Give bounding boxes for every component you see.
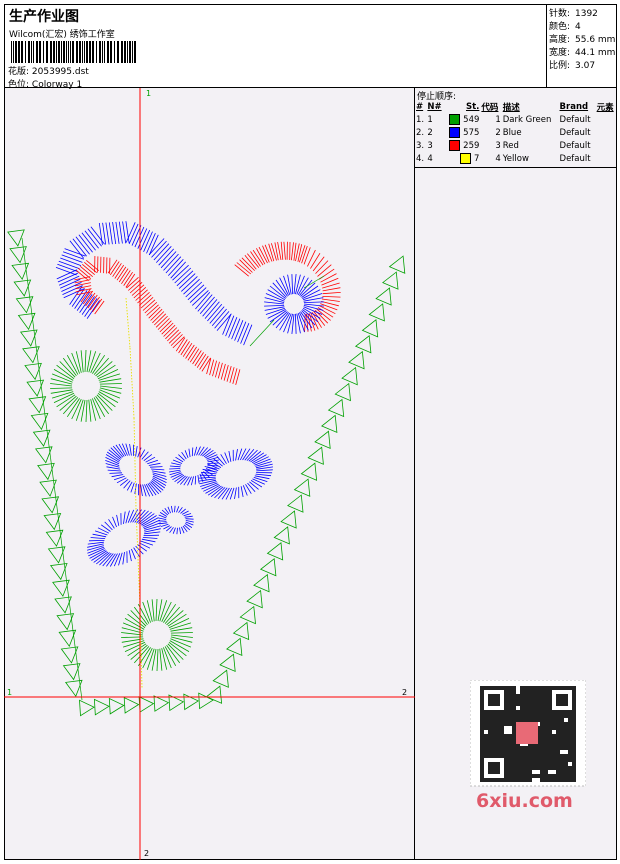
col-needle: N# [426, 100, 444, 113]
row-needle: 4 [426, 152, 444, 165]
table-row: 2.2 5752BlueDefault [415, 126, 617, 139]
page-title: 生产作业图 [9, 6, 79, 26]
color-swatch [460, 153, 471, 164]
design-canvas: 1 2 1 2 [4, 88, 415, 860]
table-header: # N# St. 代码 描述 Brand 元素 [415, 100, 617, 113]
color-swatch [449, 140, 460, 151]
col-code: 代码 [480, 100, 501, 113]
stat-height: 高度:55.6 mm [549, 32, 615, 45]
row-code: 2 [480, 126, 501, 139]
col-num: # [415, 100, 426, 113]
row-needle: 1 [426, 113, 444, 126]
stat-stitches: 针数:1392 [549, 6, 598, 19]
color-swatch [449, 114, 460, 125]
row-brand: Default [559, 152, 596, 165]
axis-label-right: 2 [402, 688, 407, 697]
color-swatch [449, 127, 460, 138]
row-desc: Red [502, 139, 559, 152]
row-brand: Default [559, 113, 596, 126]
row-element [596, 139, 617, 152]
row-desc: Blue [502, 126, 559, 139]
table-row: 1.1 5491Dark GreenDefault [415, 113, 617, 126]
col-element: 元素 [596, 100, 617, 113]
col-stitches: St. [445, 100, 481, 113]
header-info: 生产作业图 Wilcom(汇宏) 绣饰工作室 花版: 2053995.dst 色… [4, 4, 547, 88]
row-needle: 2 [426, 126, 444, 139]
row-num: 4. [415, 152, 426, 165]
row-desc: Dark Green [502, 113, 559, 126]
axis-label-top: 1 [146, 89, 151, 98]
stat-width: 宽度:44.1 mm [549, 45, 615, 58]
table-row: 4.4 74YellowDefault [415, 152, 617, 165]
row-stitches: 7 [445, 152, 481, 165]
row-code: 4 [480, 152, 501, 165]
axis-label-bottom: 2 [144, 849, 149, 858]
row-num: 3. [415, 139, 426, 152]
design-stats: 针数:1392 颜色:4 高度:55.6 mm 宽度:44.1 mm 比例:3.… [546, 4, 617, 88]
col-brand: Brand [559, 100, 596, 113]
file-label: 花版: [8, 67, 29, 77]
stop-sequence-table: # N# St. 代码 描述 Brand 元素 1.1 5491Dark Gre… [415, 100, 617, 165]
row-needle: 3 [426, 139, 444, 152]
row-element [596, 126, 617, 139]
row-brand: Default [559, 126, 596, 139]
row-stitches: 575 [445, 126, 481, 139]
table-row: 3.3 2593RedDefault [415, 139, 617, 152]
row-element [596, 152, 617, 165]
row-num: 1. [415, 113, 426, 126]
company-name: Wilcom(汇宏) 绣饰工作室 [9, 27, 115, 40]
file-value: 2053995.dst [32, 67, 89, 77]
row-desc: Yellow [502, 152, 559, 165]
row-num: 2. [415, 126, 426, 139]
panel-divider [415, 167, 617, 168]
embroidery-design: 1 2 1 2 [4, 88, 415, 860]
row-element [596, 113, 617, 126]
row-stitches: 259 [445, 139, 481, 152]
row-code: 1 [480, 113, 501, 126]
col-desc: 描述 [502, 100, 559, 113]
row-brand: Default [559, 139, 596, 152]
row-stitches: 549 [445, 113, 481, 126]
stat-scale: 比例:3.07 [549, 58, 595, 71]
axis-label-left: 1 [7, 688, 12, 697]
barcode [11, 41, 137, 63]
watermark-site: 6xiu.com [476, 790, 573, 812]
file-line: 花版: 2053995.dst [8, 64, 89, 77]
stat-colors: 颜色:4 [549, 19, 581, 32]
row-code: 3 [480, 139, 501, 152]
